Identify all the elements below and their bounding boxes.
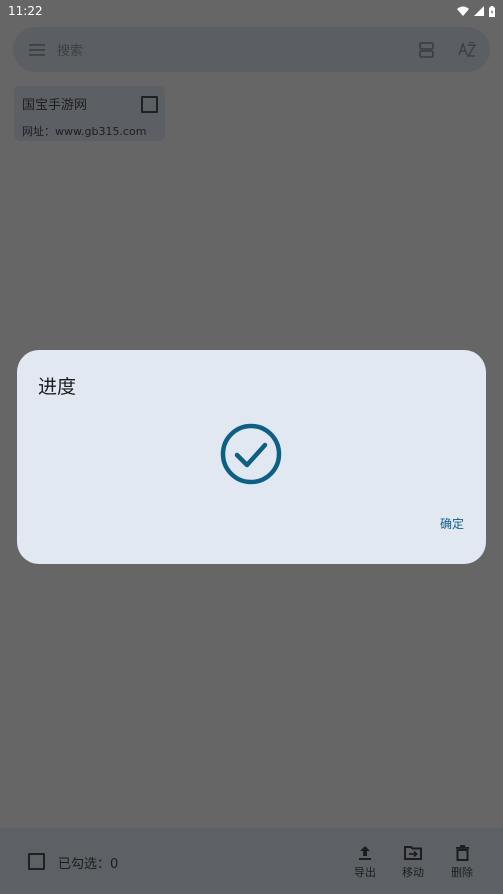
trash-icon (455, 845, 469, 861)
dialog-title: 进度 (38, 376, 77, 398)
progress-dialog: 进度 确定 (17, 350, 486, 564)
list-item[interactable]: 国宝手游网 网址：www.gb315.com (14, 86, 165, 141)
signal-icon (474, 6, 484, 16)
move-label: 移动 (402, 866, 424, 879)
status-icons (457, 5, 495, 17)
folder-move-icon (404, 846, 422, 860)
status-time: 11:22 (8, 4, 43, 18)
view-toggle-icon[interactable] (419, 41, 434, 58)
bottom-action-bar: 已勾选：0 导出 移动 删除 (0, 828, 503, 894)
check-circle-icon (220, 423, 282, 485)
export-button[interactable]: 导出 (345, 845, 385, 880)
upload-icon (359, 846, 371, 860)
select-all-checkbox[interactable] (28, 853, 45, 870)
menu-icon[interactable] (29, 43, 45, 56)
wifi-icon (457, 6, 469, 16)
selected-count-label: 已勾选：0 (58, 857, 119, 872)
sort-az-icon[interactable] (458, 41, 476, 58)
list-item-url: 网址：www.gb315.com (22, 125, 147, 138)
export-label: 导出 (354, 866, 376, 879)
status-bar: 11:22 (0, 0, 503, 22)
battery-icon (489, 5, 495, 17)
delete-button[interactable]: 删除 (442, 845, 482, 880)
search-input[interactable]: 搜索 (57, 40, 419, 59)
confirm-button[interactable]: 确定 (440, 515, 464, 532)
list-item-checkbox[interactable] (141, 96, 158, 113)
search-bar[interactable]: 搜索 (13, 27, 490, 72)
move-button[interactable]: 移动 (393, 845, 433, 880)
list-item-title: 国宝手游网 (22, 98, 88, 113)
delete-label: 删除 (451, 866, 473, 879)
